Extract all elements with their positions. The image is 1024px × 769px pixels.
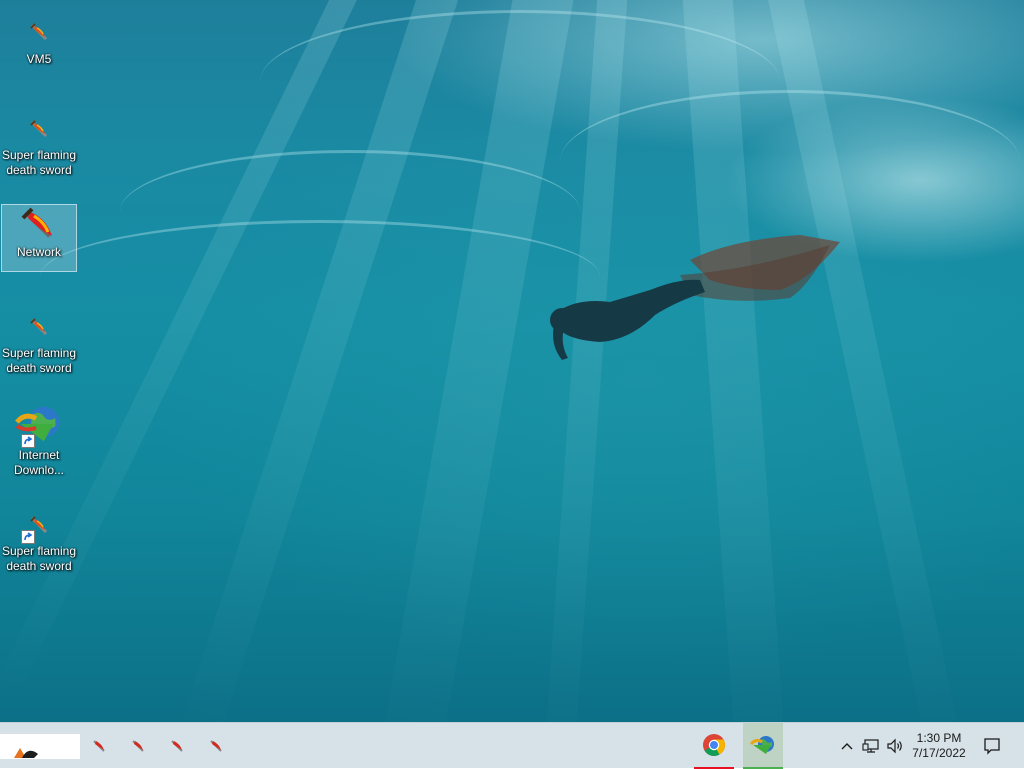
flaming-sword-icon (30, 318, 48, 336)
chrome-icon (703, 734, 725, 756)
taskbar-pinned-sword-1[interactable] (88, 723, 110, 769)
desktop-icon-label: Super flaming death sword (1, 148, 77, 177)
desktop-icon-label: Super flaming death sword (1, 346, 77, 375)
taskbar-pinned-sword-3[interactable] (166, 723, 188, 769)
desktop-icon-super-flaming-death-sword[interactable]: Super flaming death sword (1, 110, 77, 178)
shortcut-arrow-icon (21, 434, 35, 448)
taskbar-pinned-sword-2[interactable] (127, 723, 149, 769)
volume-icon (887, 738, 902, 754)
clock-button[interactable]: 1:30 PM 7/17/2022 (908, 723, 970, 769)
clock-time: 1:30 PM (916, 731, 962, 745)
flaming-sword-icon (210, 740, 222, 752)
taskbar: 1:30 PM 7/17/2022 (0, 722, 1024, 769)
desktop-wallpaper: VM5 Super flaming death sword Network Su… (0, 0, 1024, 722)
desktop-icon-network[interactable]: Network (1, 204, 77, 272)
freediver-image (550, 235, 840, 360)
flaming-sword-icon (171, 740, 183, 752)
volume-button[interactable] (884, 723, 906, 769)
flaming-sword-icon (132, 740, 144, 752)
desktop-icon-vm5[interactable]: VM5 (1, 12, 77, 80)
desktop-icon-super-flaming-death-sword-shortcut[interactable]: Super flaming death sword (1, 506, 77, 574)
internet-download-manager-icon (750, 736, 774, 754)
network-sword-icon (21, 207, 52, 238)
desktop-icon-label: VM5 (26, 52, 52, 66)
desktop-icon-internet-download-manager[interactable]: Internet Downlo... (1, 402, 77, 477)
action-center-button[interactable] (976, 723, 1008, 769)
desktop-icon-label: Internet Downlo... (13, 448, 65, 477)
clock-date: 7/17/2022 (912, 746, 966, 760)
shortcut-arrow-icon (21, 530, 35, 544)
start-logo-icon (14, 748, 38, 758)
taskbar-chrome-button[interactable] (694, 723, 734, 769)
flaming-sword-icon (30, 23, 48, 41)
show-hidden-icons-button[interactable] (838, 723, 856, 769)
desktop-icon-label: Network (16, 245, 61, 259)
flaming-sword-icon (30, 120, 48, 138)
flaming-sword-icon (93, 740, 105, 752)
start-button[interactable] (0, 734, 80, 759)
taskbar-idm-button[interactable] (743, 723, 783, 769)
chevron-up-icon (841, 743, 853, 750)
desktop-icon-super-flaming-death-sword[interactable]: Super flaming death sword (1, 308, 77, 376)
network-status-button[interactable] (860, 723, 882, 769)
network-icon (862, 739, 879, 753)
notification-icon (984, 738, 1000, 755)
taskbar-pinned-sword-4[interactable] (205, 723, 227, 769)
desktop-icon-label: Super flaming death sword (1, 544, 77, 573)
